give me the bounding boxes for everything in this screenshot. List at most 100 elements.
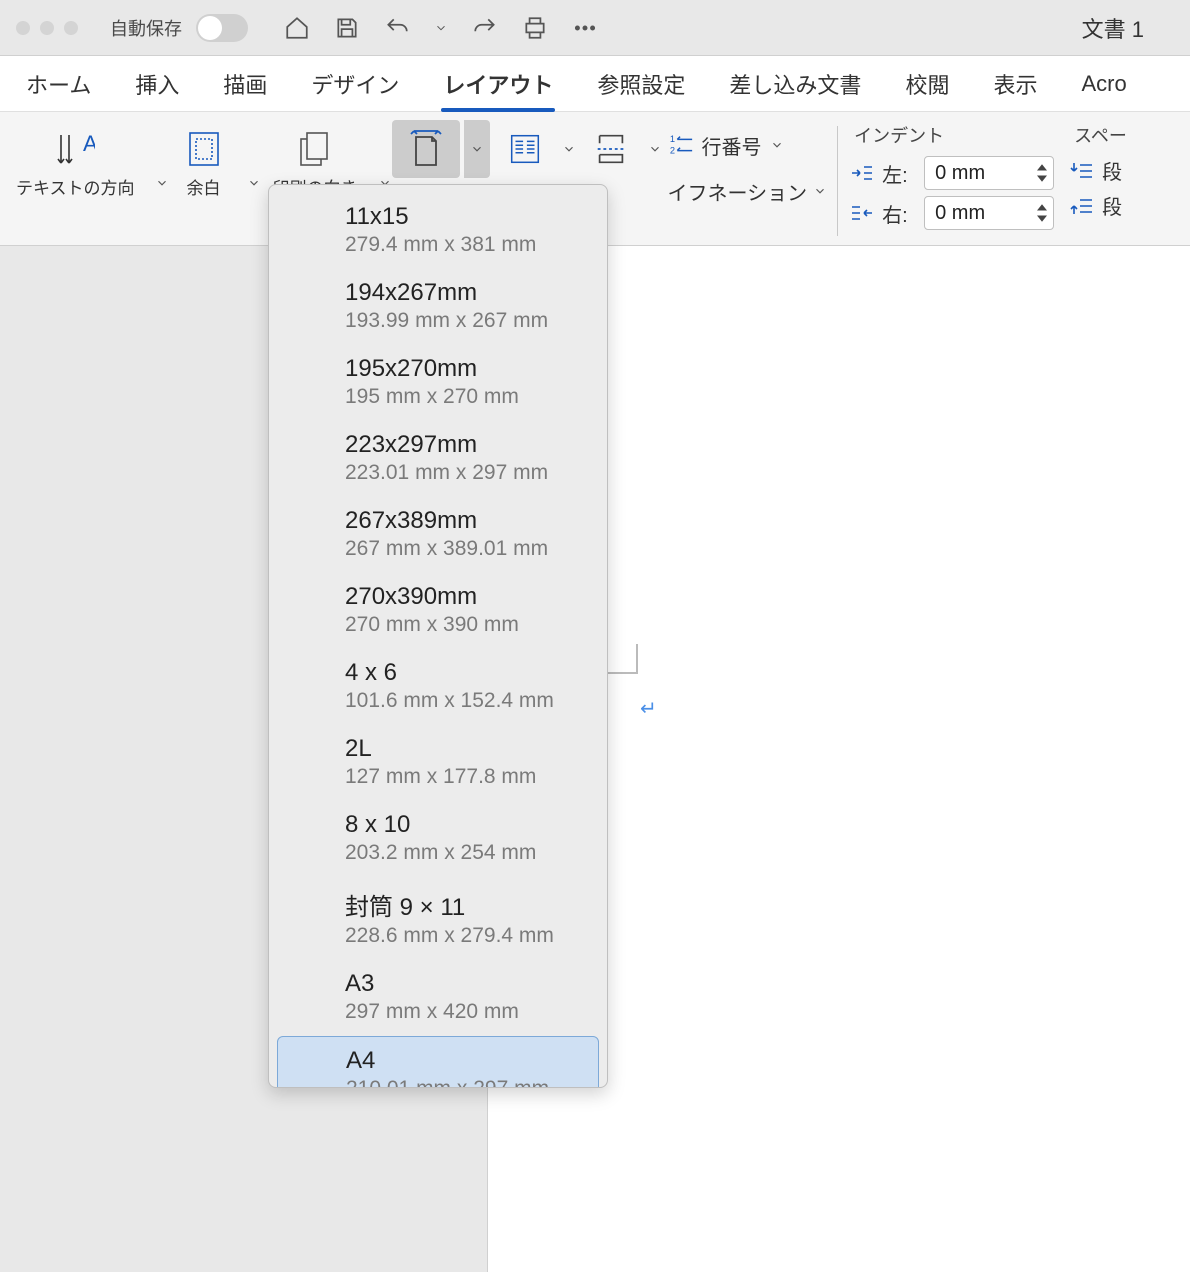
paper-size-option[interactable]: 195x270mm195 mm x 270 mm (277, 345, 599, 419)
window-controls (16, 21, 78, 35)
tab-9[interactable]: Acro (1059, 56, 1148, 112)
paper-size-dropdown-icon[interactable] (464, 120, 490, 178)
indent-right-down-icon[interactable] (1035, 213, 1049, 225)
indent-left-down-icon[interactable] (1035, 173, 1049, 185)
paper-size-dimensions: 101.6 mm x 152.4 mm (345, 689, 581, 713)
paper-size-dimensions: 223.01 mm x 297 mm (345, 461, 581, 485)
paper-size-name: 267x389mm (345, 507, 581, 535)
indent-left-label: 左: (882, 159, 916, 188)
indent-right-up-icon[interactable] (1035, 201, 1049, 213)
paper-size-option[interactable]: 267x389mm267 mm x 389.01 mm (277, 497, 599, 571)
breaks-button[interactable] (582, 120, 640, 178)
svg-text:2: 2 (669, 145, 674, 155)
paper-size-name: 封筒 9 × 11 (345, 887, 581, 922)
autosave-toggle[interactable] (196, 14, 248, 42)
paper-size-dimensions: 270 mm x 390 mm (345, 613, 581, 637)
line-numbers-button[interactable]: 1 2 行番号 (668, 124, 828, 166)
paper-size-dimensions: 279.4 mm x 381 mm (345, 233, 581, 257)
paper-size-dimensions: 203.2 mm x 254 mm (345, 841, 581, 865)
paper-size-dimensions: 210.01 mm x 297 mm (346, 1077, 580, 1087)
paper-size-name: 223x297mm (345, 431, 581, 459)
hyphenation-button[interactable]: イフネーション (668, 170, 828, 212)
paper-size-option[interactable]: 封筒 9 × 11228.6 mm x 279.4 mm (277, 877, 599, 958)
paper-size-option[interactable]: 2L127 mm x 177.8 mm (277, 725, 599, 799)
columns-dropdown-icon[interactable] (558, 142, 576, 156)
close-window-icon[interactable] (16, 21, 30, 35)
text-direction-label: テキストの方向 (16, 178, 135, 200)
paper-size-name: 4 x 6 (345, 659, 581, 687)
separator (837, 126, 838, 236)
paper-size-name: 2L (345, 735, 581, 763)
spacing-title: スペー (1070, 122, 1136, 148)
paper-size-option[interactable]: 270x390mm270 mm x 390 mm (277, 573, 599, 647)
margins-dropdown-icon[interactable] (243, 176, 261, 190)
tab-5[interactable]: 参照設定 (575, 56, 707, 112)
breaks-dropdown-icon[interactable] (644, 142, 662, 156)
paper-size-name: 11x15 (345, 203, 581, 231)
text-direction-button[interactable]: A テキストの方向 (14, 122, 137, 204)
paper-size-dimensions: 127 mm x 177.8 mm (345, 765, 581, 789)
indent-right-value: 0 mm (935, 202, 1035, 225)
print-icon[interactable] (522, 15, 548, 41)
tab-6[interactable]: 差し込み文書 (707, 56, 883, 112)
paragraph-mark-icon: ↵ (640, 696, 657, 721)
paper-size-option[interactable]: A3297 mm x 420 mm (277, 960, 599, 1034)
paper-size-name: A3 (345, 970, 581, 998)
paper-size-name: 270x390mm (345, 583, 581, 611)
indent-left-input[interactable]: 0 mm (924, 156, 1054, 190)
paper-size-option[interactable]: 4 x 6101.6 mm x 152.4 mm (277, 649, 599, 723)
paper-size-name: 194x267mm (345, 279, 581, 307)
indent-left-up-icon[interactable] (1035, 161, 1049, 173)
paper-size-name: 8 x 10 (345, 811, 581, 839)
spacing-after-label: 段 (1102, 156, 1136, 185)
paper-size-option[interactable]: 194x267mm193.99 mm x 267 mm (277, 269, 599, 343)
more-icon[interactable] (572, 15, 598, 41)
ribbon-tabs: ホーム挿入描画デザインレイアウト参照設定差し込み文書校閲表示Acro (0, 56, 1190, 112)
paper-size-dropdown: 11x15279.4 mm x 381 mm194x267mm193.99 mm… (268, 184, 608, 1088)
redo-icon[interactable] (472, 15, 498, 41)
paper-size-dimensions: 228.6 mm x 279.4 mm (345, 924, 581, 948)
paper-size-name: A4 (346, 1047, 580, 1075)
paper-size-option[interactable]: 223x297mm223.01 mm x 297 mm (277, 421, 599, 495)
titlebar: 自動保存 文書 1 (0, 0, 1190, 56)
paper-size-list[interactable]: 11x15279.4 mm x 381 mm194x267mm193.99 mm… (269, 185, 607, 1087)
columns-button[interactable] (496, 120, 554, 178)
autosave-label: 自動保存 (110, 15, 182, 41)
tab-8[interactable]: 表示 (971, 56, 1059, 112)
tab-4[interactable]: レイアウト (421, 56, 575, 112)
paper-size-button[interactable] (392, 120, 460, 178)
hyphenation-label: イフネーション (668, 177, 808, 206)
svg-text:A: A (83, 131, 95, 156)
paper-size-option[interactable]: 8 x 10203.2 mm x 254 mm (277, 801, 599, 875)
paper-size-name: 195x270mm (345, 355, 581, 383)
line-numbers-label: 行番号 (702, 131, 762, 160)
margin-corner-icon (608, 644, 638, 674)
text-direction-dropdown-icon[interactable] (151, 176, 169, 190)
indent-right-input[interactable]: 0 mm (924, 196, 1054, 230)
save-icon[interactable] (334, 15, 360, 41)
tab-3[interactable]: デザイン (289, 56, 421, 112)
tab-0[interactable]: ホーム (4, 56, 113, 112)
paper-size-dimensions: 267 mm x 389.01 mm (345, 537, 581, 561)
home-icon[interactable] (284, 15, 310, 41)
tab-7[interactable]: 校閲 (883, 56, 971, 112)
minimize-window-icon[interactable] (40, 21, 54, 35)
document-title: 文書 1 (1082, 12, 1174, 44)
zoom-window-icon[interactable] (64, 21, 78, 35)
indent-title: インデント (850, 122, 1054, 148)
indent-left-value: 0 mm (935, 162, 1035, 185)
tab-1[interactable]: 挿入 (113, 56, 201, 112)
svg-text:1: 1 (669, 134, 674, 144)
margins-label: 余白 (187, 178, 221, 200)
paper-size-dimensions: 297 mm x 420 mm (345, 1000, 581, 1024)
spacing-before-label: 段 (1102, 191, 1136, 220)
paper-size-option[interactable]: A4 210.01 mm x 297 mm (277, 1036, 599, 1087)
margins-button[interactable]: 余白 (179, 122, 229, 204)
paper-size-dimensions: 193.99 mm x 267 mm (345, 309, 581, 333)
undo-icon[interactable] (384, 15, 410, 41)
tab-2[interactable]: 描画 (201, 56, 289, 112)
indent-right-label: 右: (882, 199, 916, 228)
undo-dropdown-icon[interactable] (434, 15, 448, 41)
paper-size-dimensions: 195 mm x 270 mm (345, 385, 581, 409)
paper-size-option[interactable]: 11x15279.4 mm x 381 mm (277, 193, 599, 267)
